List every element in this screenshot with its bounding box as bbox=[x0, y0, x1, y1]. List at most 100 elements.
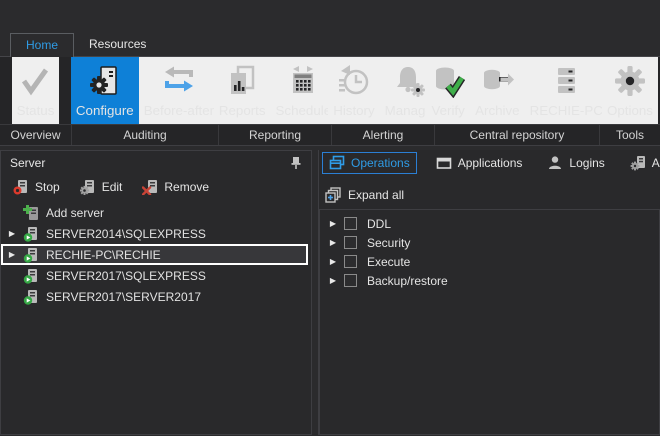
tree-item-label: SERVER2014\SQLEXPRESS bbox=[46, 226, 206, 241]
server-gear-icon bbox=[79, 179, 96, 195]
audit-panel: Operations Applications Logins A Expand … bbox=[318, 150, 660, 435]
expand-all-icon bbox=[325, 187, 341, 203]
app-window: Home Resources Status Overview Configure… bbox=[0, 0, 660, 436]
before-after-button[interactable]: Before-after bbox=[138, 57, 220, 124]
tree-item-rechie-pc-rechie[interactable]: ▶ RECHIE-PC\RECHIE bbox=[1, 244, 308, 265]
edit-label: Edit bbox=[101, 179, 123, 194]
tab-operations[interactable]: Operations bbox=[322, 152, 417, 174]
server-panel-title: Server bbox=[10, 155, 46, 170]
history-clock-icon bbox=[337, 62, 371, 100]
tree-item-label: DDL bbox=[367, 216, 392, 231]
schedule-label: Schedule bbox=[275, 103, 332, 118]
reports-button[interactable]: Reports bbox=[213, 57, 271, 124]
tab-all[interactable]: All bbox=[624, 152, 660, 174]
ribbon-group-tools: Options Tools bbox=[600, 57, 660, 145]
user-icon bbox=[547, 155, 563, 171]
tab-home[interactable]: Home bbox=[10, 33, 75, 57]
configure-server-icon bbox=[88, 62, 122, 100]
verify-button[interactable]: Verify bbox=[426, 57, 471, 124]
tree-item-server2017-sqlexpress[interactable]: ▶ SERVER2017\SQLEXPRESS bbox=[1, 265, 311, 286]
schedule-button[interactable]: Schedule bbox=[270, 57, 337, 124]
server-stop-icon bbox=[13, 179, 29, 195]
server-running-icon bbox=[23, 247, 39, 263]
tree-item-security[interactable]: ▶ Security bbox=[320, 233, 659, 252]
bell-gear-icon bbox=[392, 62, 426, 100]
tab-applications-label: Applications bbox=[457, 156, 523, 170]
operations-tree: ▶ DDL ▶ Security ▶ Execute ▶ Backup/rest… bbox=[319, 209, 660, 435]
history-button[interactable]: History bbox=[328, 57, 380, 124]
tab-operations-label: Operations bbox=[351, 156, 410, 170]
tree-item-backup-restore[interactable]: ▶ Backup/restore bbox=[320, 271, 659, 290]
expand-arrow-icon[interactable]: ▶ bbox=[5, 250, 19, 259]
add-server-icon bbox=[23, 204, 39, 221]
ribbon-group-alerting: History Manage Alerting bbox=[328, 57, 438, 145]
pin-icon[interactable] bbox=[290, 156, 302, 170]
expand-arrow-icon[interactable]: ▶ bbox=[326, 257, 340, 266]
tab-logins[interactable]: Logins bbox=[541, 152, 610, 174]
window-icon bbox=[436, 155, 452, 171]
history-label: History bbox=[333, 103, 375, 118]
before-after-label: Before-after bbox=[143, 103, 215, 118]
status-label: Status bbox=[16, 103, 55, 118]
tree-item-add-server[interactable]: ▶ Add server bbox=[1, 202, 311, 223]
server-running-icon bbox=[23, 289, 39, 305]
database-check-icon bbox=[431, 62, 466, 100]
tab-logins-label: Logins bbox=[569, 156, 605, 170]
configure-label: Configure bbox=[75, 103, 134, 118]
database-arrow-icon bbox=[480, 62, 515, 100]
expand-all-label: Expand all bbox=[348, 188, 405, 202]
expand-arrow-icon[interactable]: ▶ bbox=[326, 238, 340, 247]
tree-item-label: Backup/restore bbox=[367, 273, 448, 288]
configure-button[interactable]: Configure bbox=[70, 57, 139, 124]
expand-all-button[interactable]: Expand all bbox=[325, 185, 660, 205]
stop-server-button[interactable]: Stop bbox=[13, 179, 60, 195]
gear-icon bbox=[613, 62, 647, 100]
tree-item-server2014-sqlexpress[interactable]: ▶ SERVER2014\SQLEXPRESS bbox=[1, 223, 311, 244]
audit-tab-bar: Operations Applications Logins A bbox=[319, 150, 660, 176]
tree-item-label: SERVER2017\SERVER2017 bbox=[46, 289, 201, 304]
server-rack-icon bbox=[549, 62, 583, 100]
ribbon-tab-bar: Home Resources bbox=[10, 33, 161, 57]
stop-label: Stop bbox=[35, 179, 60, 194]
tab-resources[interactable]: Resources bbox=[74, 33, 161, 57]
remove-server-button[interactable]: Remove bbox=[142, 179, 209, 195]
ribbon-group-reporting: Reports Schedule Reporting bbox=[213, 57, 337, 145]
server-running-icon bbox=[23, 268, 39, 284]
report-pages-icon bbox=[225, 62, 259, 100]
rechie-pc-button[interactable]: RECHIE-PC bbox=[524, 57, 608, 124]
expand-arrow-icon[interactable]: ▶ bbox=[5, 229, 19, 238]
remove-label: Remove bbox=[164, 179, 210, 194]
tree-item-execute[interactable]: ▶ Execute bbox=[320, 252, 659, 271]
execute-checkbox[interactable] bbox=[344, 255, 357, 268]
server-panel: Server Stop Edit Remove Add server ▶ SER… bbox=[0, 150, 312, 435]
tab-applications[interactable]: Applications bbox=[430, 152, 529, 174]
expand-arrow-icon[interactable]: ▶ bbox=[326, 219, 340, 228]
server-gear-icon bbox=[630, 155, 646, 171]
tree-item-label: Security bbox=[367, 235, 411, 250]
tree-item-label: Add server bbox=[46, 205, 105, 220]
tab-all-label: All bbox=[651, 156, 660, 170]
options-label: Options bbox=[607, 103, 653, 118]
swap-arrows-icon bbox=[162, 62, 196, 100]
expand-arrow-icon[interactable]: ▶ bbox=[326, 276, 340, 285]
archive-label: Archive bbox=[475, 103, 520, 118]
ribbon: Status Overview Configure Before-after A… bbox=[0, 56, 660, 146]
security-checkbox[interactable] bbox=[344, 236, 357, 249]
backup-restore-checkbox[interactable] bbox=[344, 274, 357, 287]
tree-item-ddl[interactable]: ▶ DDL bbox=[320, 214, 659, 233]
ribbon-group-label-overview: Overview bbox=[0, 124, 71, 145]
ribbon-group-auditing: Configure Before-after Auditing bbox=[70, 57, 220, 145]
verify-label: Verify bbox=[431, 103, 465, 118]
options-button[interactable]: Options bbox=[602, 57, 658, 124]
tree-item-label: SERVER2017\SQLEXPRESS bbox=[46, 268, 206, 283]
status-button[interactable]: Status bbox=[11, 57, 60, 124]
ddl-checkbox[interactable] bbox=[344, 217, 357, 230]
archive-button[interactable]: Archive bbox=[470, 57, 525, 124]
ribbon-group-label-central-repository: Central repository bbox=[435, 124, 599, 145]
tree-item-server2017-server2017[interactable]: ▶ SERVER2017\SERVER2017 bbox=[1, 286, 311, 307]
ribbon-group-label-reporting: Reporting bbox=[219, 124, 331, 145]
edit-server-button[interactable]: Edit bbox=[79, 179, 123, 195]
tree-item-label: Execute bbox=[367, 254, 411, 269]
server-toolbar: Stop Edit Remove bbox=[1, 174, 311, 199]
tree-item-label: RECHIE-PC\RECHIE bbox=[46, 247, 161, 262]
